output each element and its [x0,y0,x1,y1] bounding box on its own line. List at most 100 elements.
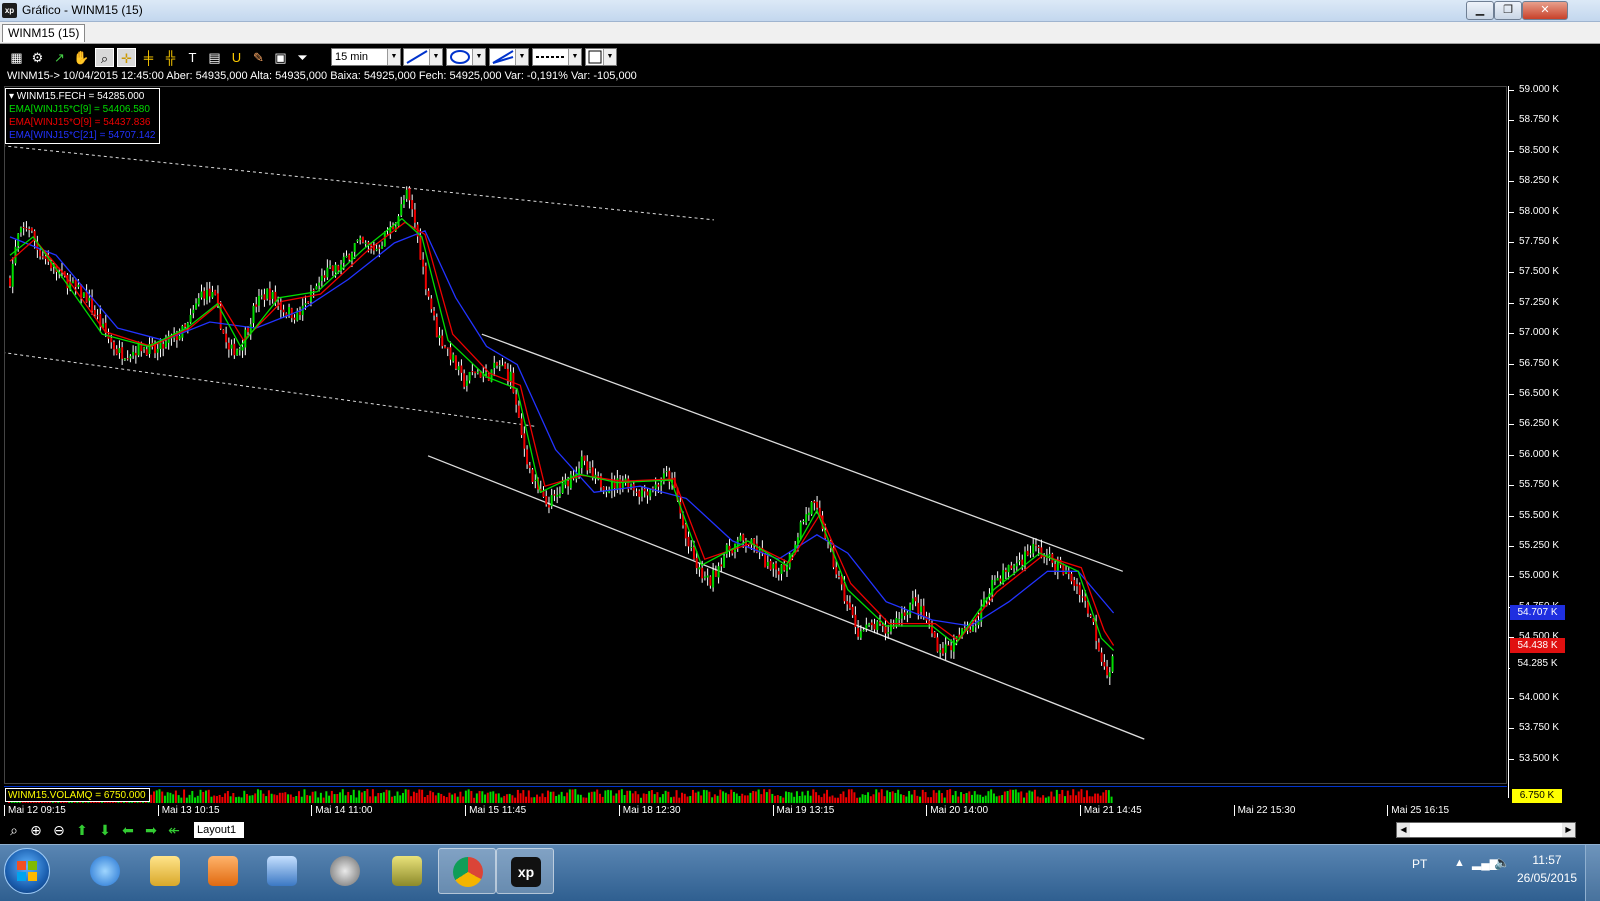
candle-body [881,624,884,627]
candle-body [879,621,882,624]
filter-icon[interactable]: ⏷ [293,48,312,67]
taskbar-chrome[interactable] [438,848,496,894]
volume-bar [486,792,489,803]
volume-bar [1072,789,1075,803]
volume-panel[interactable] [4,786,1507,804]
zoom-fit-icon[interactable]: ⌕ [5,821,23,839]
volume-bar [577,794,580,803]
taskbar-explorer[interactable] [136,848,194,894]
zoom-in-icon[interactable]: ⊕ [27,821,45,839]
taskbar-media-player[interactable] [194,848,252,894]
legend-item-ema-blue[interactable]: EMA[WINJ15*C[21] = 54707.142 [9,129,156,142]
fibonacci-tool-dropdown[interactable]: ▼ [489,48,529,66]
volume-bar [612,795,615,803]
candle-body [1013,565,1016,569]
color-dropdown[interactable]: ▼ [585,48,617,66]
volume-bar [1042,795,1045,803]
line-tool-dropdown[interactable]: ▼ [403,48,443,66]
volume-bar [957,796,960,803]
tab-winm15[interactable]: WINM15 (15) [2,24,86,42]
line-style-dropdown[interactable]: ▼ [532,48,582,66]
hand-icon[interactable]: ✋ [72,48,91,67]
arrow-right-icon[interactable]: ➡ [142,821,160,839]
grid-lines-icon[interactable]: ╬ [161,48,180,67]
legend-item-ema-red[interactable]: EMA[WINJ15*O[9] = 54437.836 [9,116,156,129]
taskbar-hp[interactable] [316,848,374,894]
minimize-button[interactable]: ▁ [1466,1,1494,20]
candle-body [933,632,936,638]
language-indicator[interactable]: PT [1412,857,1427,871]
arrow-down-icon[interactable]: ⬇ [96,821,114,839]
candle-body [974,626,977,628]
volume-bar [954,791,957,803]
volume-bar [213,795,216,803]
zoom-out-icon[interactable]: ⊖ [50,821,68,839]
close-button[interactable]: ✕ [1522,1,1568,20]
volume-bar [1053,796,1056,803]
candle-body [110,337,113,343]
text-tool-icon[interactable]: T [183,48,202,67]
clock-time[interactable]: 11:57 [1512,853,1582,867]
eraser-icon[interactable]: ✎ [249,48,268,67]
clock-date[interactable]: 26/05/2015 [1512,871,1582,885]
window-titlebar[interactable]: xp Gráfico - WINM15 (15) ▁ ❐ ✕ [0,0,1600,22]
clipboard-icon[interactable]: ▣ [271,48,290,67]
gear-icon[interactable]: ⚙ [28,48,47,67]
timeframe-select[interactable]: 15 min ▼ [331,48,401,66]
candle-body [30,227,33,231]
calculator-icon[interactable]: ▤ [205,48,224,67]
volume-bar [672,796,675,803]
volume-bar [790,792,793,803]
price-chart[interactable] [5,87,1508,785]
legend-item-close[interactable]: ▾ WINM15.FECH = 54285.000 [9,90,156,103]
folder-icon [150,856,180,886]
candle-body [441,335,444,347]
price-tick [1509,302,1514,304]
indicator-icon[interactable]: ↗ [50,48,69,67]
show-desktop-button[interactable] [1585,845,1600,901]
price-axis[interactable]: 59.000 K 58.750 K 58.500 K 58.250 K 58.000 K… [1508,84,1569,798]
price-chart-panel[interactable] [4,86,1507,784]
layout-tab[interactable]: Layout1 [194,822,244,838]
cross-lines-icon[interactable]: ╪ [139,48,158,67]
candle-body [501,365,504,367]
arrow-left-icon[interactable]: ⬅ [119,821,137,839]
maximize-button[interactable]: ❐ [1494,1,1522,20]
horizontal-scrollbar[interactable]: ◀ ▶ [1396,822,1576,838]
shape-tool-dropdown[interactable]: ▼ [446,48,486,66]
scroll-left-icon[interactable]: ◀ [1397,823,1410,837]
crosshair-icon[interactable]: ✛ [117,48,136,67]
time-axis[interactable]: Mai 12 09:15 Mai 13 10:15 Mai 14 11:00 Mai … [4,804,1507,818]
volume-icon[interactable]: 🔈 [1494,855,1510,871]
taskbar-network[interactable] [253,848,311,894]
scroll-end-icon[interactable]: ↞ [165,821,183,839]
scroll-right-icon[interactable]: ▶ [1562,823,1575,837]
price-tick-label: 56.000 K [1519,448,1560,460]
taskbar-tools[interactable] [378,848,436,894]
volume-bar [590,791,593,803]
candle-body [1021,559,1024,565]
start-button[interactable] [4,848,50,894]
volume-bar [163,795,166,803]
volume-bar [541,793,544,803]
volume-bar [653,794,656,803]
taskbar-ie[interactable] [76,848,134,894]
volume-bar [1088,796,1091,803]
magnet-icon[interactable]: U [227,48,246,67]
ellipse-tool-icon [450,50,470,64]
price-tick-label: 56.750 K [1519,357,1560,369]
chart-type-icon[interactable]: ▦ [7,48,26,67]
candle-body [775,563,778,570]
legend-item-ema-green[interactable]: EMA[WINJ15*C[9] = 54406.580 [9,103,156,116]
tray-expand-icon[interactable]: ▲ [1454,857,1465,869]
zoom-icon[interactable]: ⌕ [95,48,114,67]
volume-bar [311,791,314,803]
candle-body [123,358,126,361]
indicator-legend[interactable]: ▾ WINM15.FECH = 54285.000 EMA[WINJ15*C[9… [5,88,160,144]
candle-body [465,380,468,386]
candle-body [561,483,564,493]
candle-body [485,372,488,375]
arrow-up-icon[interactable]: ⬆ [73,821,91,839]
candle-body [944,644,947,653]
taskbar-xp[interactable]: xp [496,848,554,894]
